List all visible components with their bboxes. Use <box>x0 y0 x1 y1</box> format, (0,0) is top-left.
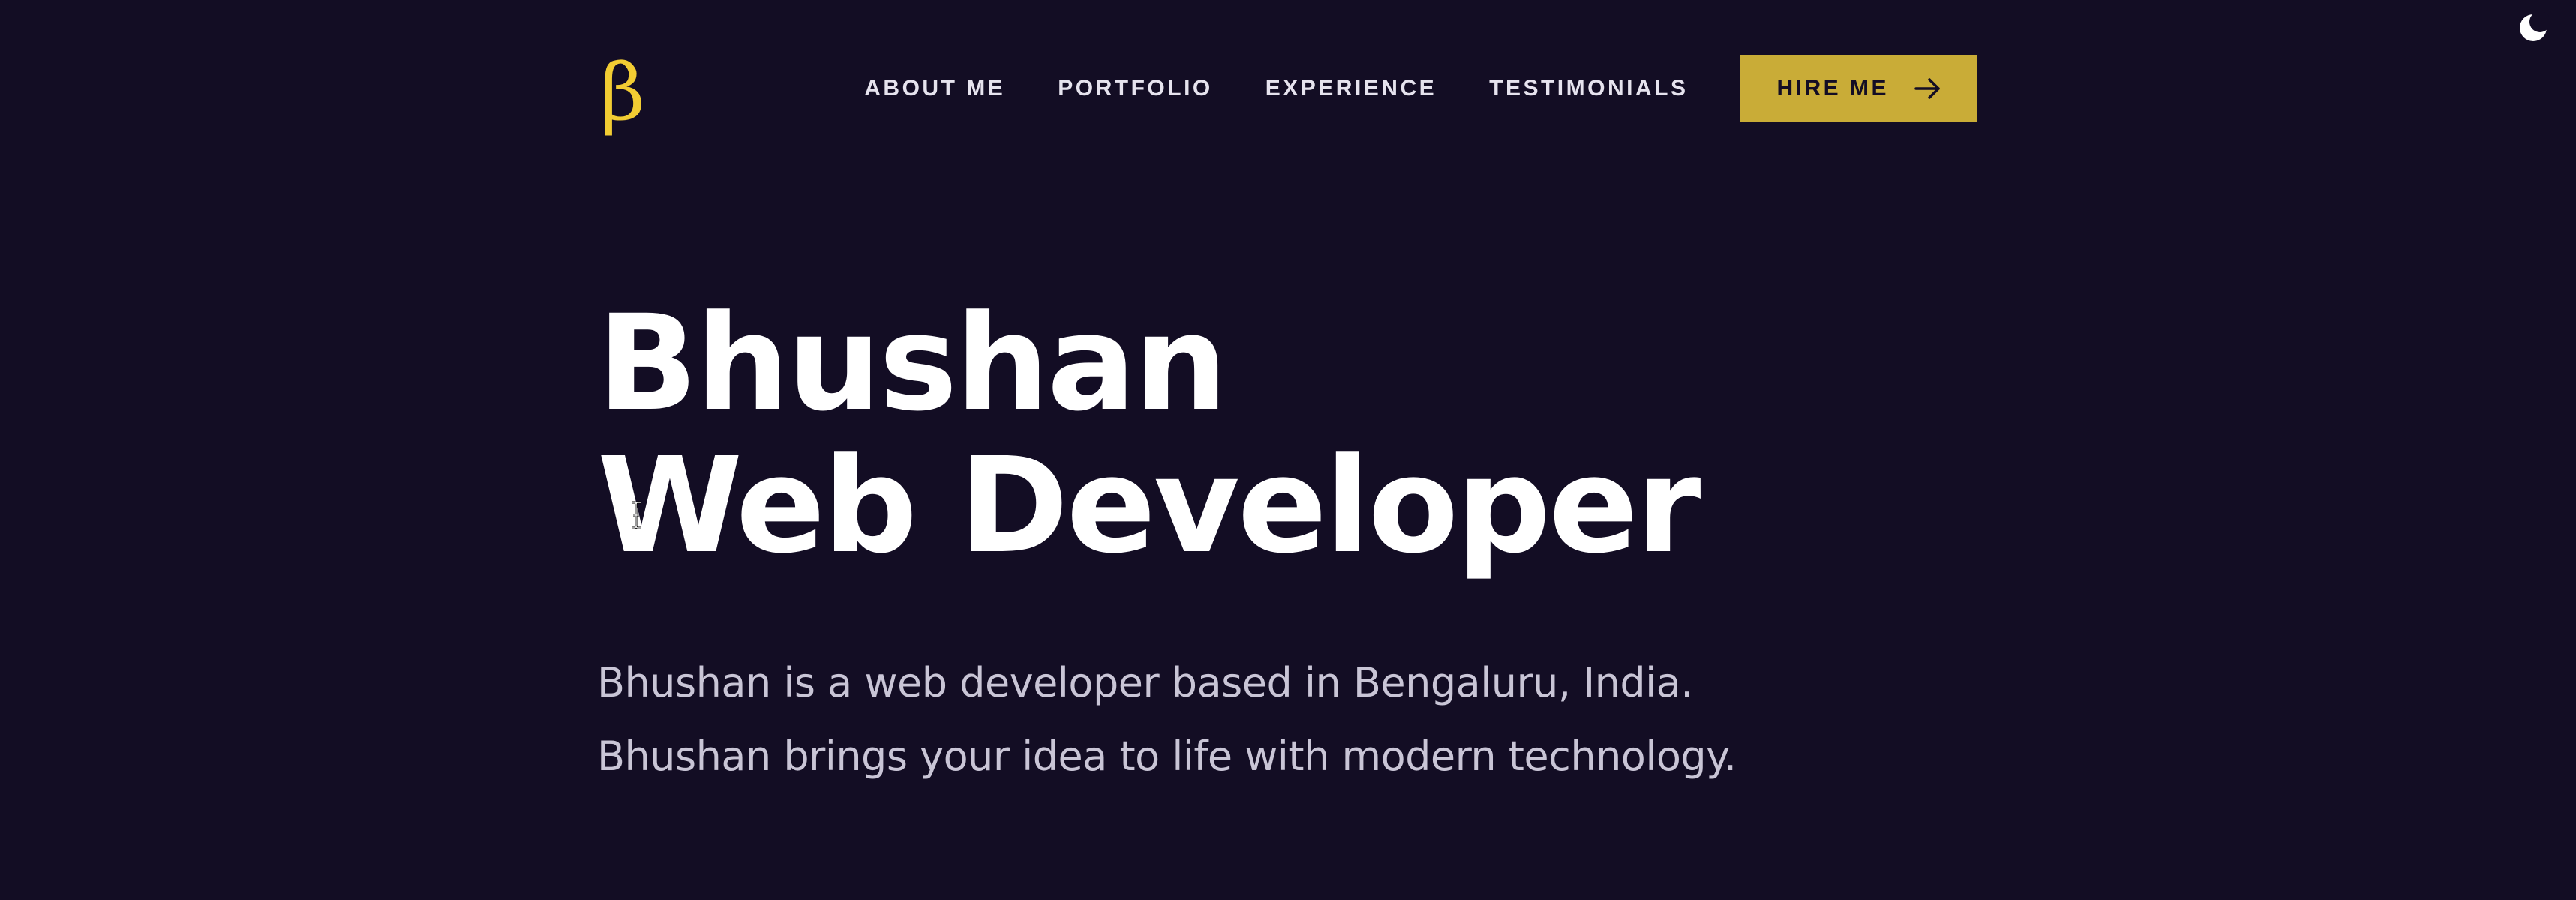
theme-toggle-button[interactable] <box>2517 11 2550 44</box>
hero-description: Bhushan is a web developer based in Beng… <box>597 646 2097 794</box>
nav-testimonials[interactable]: TESTIMONIALS <box>1489 76 1688 101</box>
hire-me-label: HIRE ME <box>1776 76 1889 100</box>
main-nav: ABOUT ME PORTFOLIO EXPERIENCE TESTIMONIA… <box>864 55 1977 122</box>
arrow-right-icon <box>1914 78 1940 99</box>
hero-title-role: Web Developer <box>597 429 1701 583</box>
site-header: β ABOUT ME PORTFOLIO EXPERIENCE TESTIMON… <box>600 45 1977 132</box>
hero-title: Bhushan Web Developer <box>597 292 2097 578</box>
nav-portfolio[interactable]: PORTFOLIO <box>1058 76 1213 101</box>
nav-experience[interactable]: EXPERIENCE <box>1265 76 1437 101</box>
hero-description-line-1: Bhushan is a web developer based in Beng… <box>597 659 1693 706</box>
nav-about-me[interactable]: ABOUT ME <box>864 76 1005 101</box>
hire-me-button[interactable]: HIRE ME <box>1740 55 1977 122</box>
hero-title-name: Bhushan <box>597 286 1228 440</box>
hero-section: Bhushan Web Developer Bhushan is a web d… <box>597 292 2097 834</box>
moon-icon <box>2520 11 2550 41</box>
hero-description-line-2: Bhushan brings your idea to life with mo… <box>597 733 1737 780</box>
text-cursor-icon <box>632 501 641 530</box>
logo[interactable]: β <box>600 53 645 131</box>
